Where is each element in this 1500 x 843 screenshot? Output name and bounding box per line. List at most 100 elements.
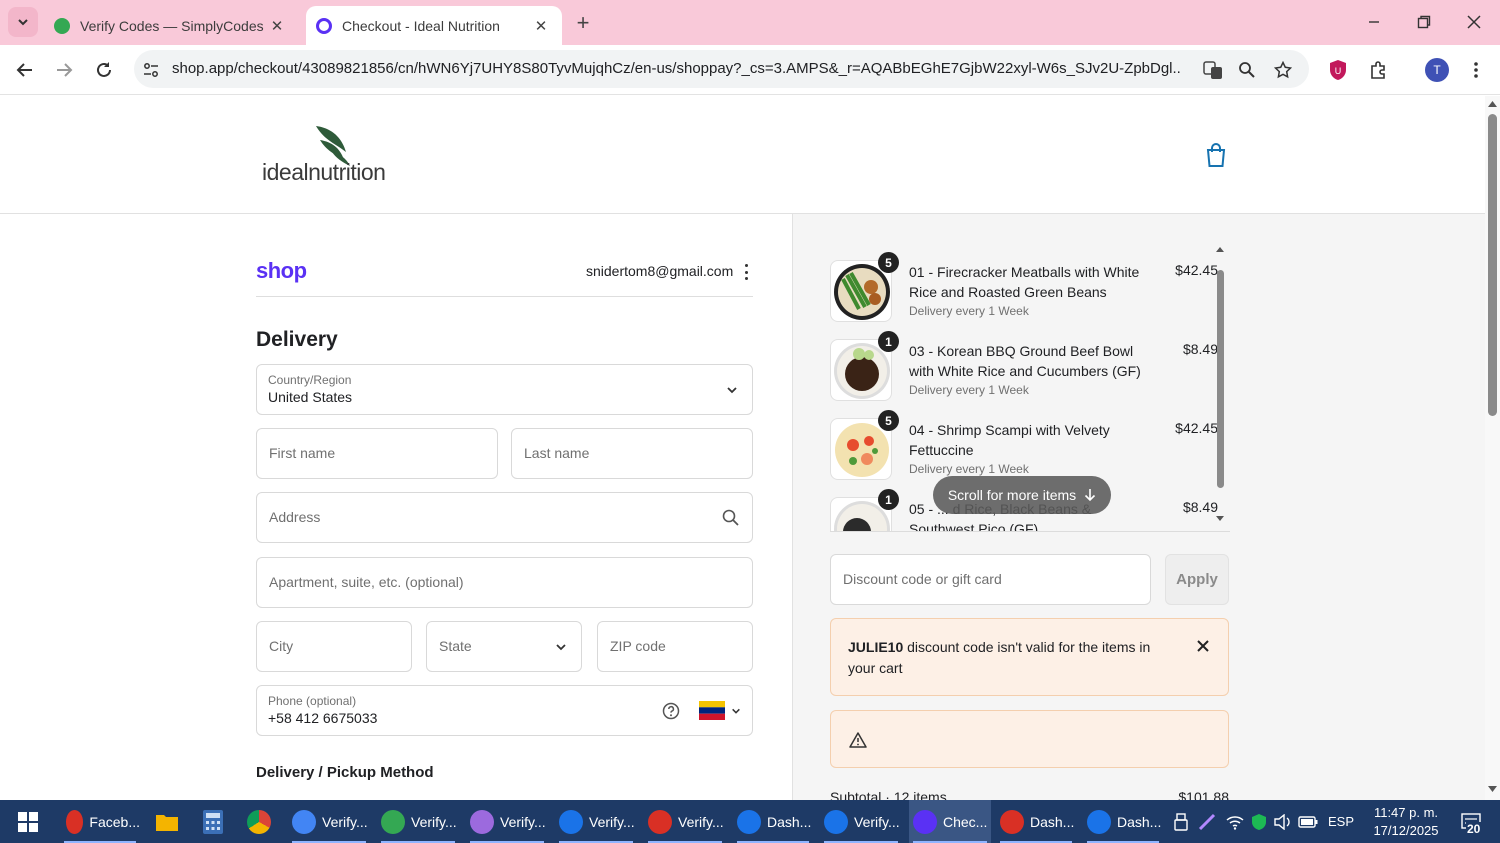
line-item: 5 01 - Firecracker Meatballs with White … <box>830 244 1218 322</box>
cart-button[interactable] <box>1204 142 1230 170</box>
windows-taskbar: Faceb... Verify... Verify... Verify... V… <box>0 800 1500 843</box>
address-placeholder: Address <box>269 509 321 525</box>
language-indicator[interactable]: ESP <box>1328 814 1354 829</box>
tab-checkout[interactable]: Checkout - Ideal Nutrition ✕ <box>306 6 562 45</box>
tab-simplycodes[interactable]: Verify Codes — SimplyCodes ✕ <box>44 6 298 45</box>
address-bar[interactable]: shop.app/checkout/43089821856/cn/hWN6Yj7… <box>134 50 1309 88</box>
shop-favicon-icon <box>316 17 332 34</box>
taskbar-label: Verify... <box>678 813 724 830</box>
phone-label: Phone (optional) <box>268 694 357 708</box>
country-value: United States <box>268 389 353 405</box>
windows-logo-icon <box>18 811 38 832</box>
pen-icon[interactable] <box>1198 813 1216 831</box>
arrow-down-icon <box>1085 489 1096 502</box>
taskbar-item-dash-3[interactable]: Dash... <box>1083 800 1163 843</box>
phone-value: +58 412 6675033 <box>268 710 378 726</box>
taskbar-item-dash-1[interactable]: Dash... <box>733 800 813 843</box>
reload-button[interactable] <box>89 55 119 85</box>
help-circle-icon[interactable] <box>662 702 680 720</box>
back-button[interactable] <box>10 55 40 85</box>
reload-icon <box>97 62 111 77</box>
forward-button[interactable] <box>49 55 79 85</box>
taskbar-item-calculator[interactable] <box>198 800 228 843</box>
quantity-badge: 5 <box>878 252 899 273</box>
notifications-button[interactable]: 20 <box>1452 800 1492 843</box>
speaker-icon[interactable] <box>1274 813 1292 830</box>
discount-code-input[interactable]: Discount code or gift card <box>830 554 1151 605</box>
close-window-button[interactable] <box>1454 8 1494 36</box>
page-scrollbar[interactable] <box>1485 96 1500 800</box>
chevron-down-icon <box>732 708 740 714</box>
last-name-field[interactable]: Last name <box>511 428 753 479</box>
divider <box>256 296 753 297</box>
zip-field[interactable]: ZIP code <box>597 621 753 672</box>
chevron-down-icon <box>18 19 28 26</box>
close-icon[interactable]: ✕ <box>266 15 288 37</box>
arrow-left-icon <box>16 63 32 77</box>
apartment-field[interactable]: Apartment, suite, etc. (optional) <box>256 557 753 608</box>
item-name: 01 - Firecracker Meatballs with White Ri… <box>909 264 1140 300</box>
tab-title: Checkout - Ideal Nutrition <box>342 17 500 34</box>
taskbar-item-verify-5[interactable]: Verify... <box>644 800 726 843</box>
svg-text:T: T <box>1433 63 1441 77</box>
items-scrollbar[interactable] <box>1214 244 1226 532</box>
account-menu-button[interactable] <box>740 262 752 282</box>
bookmark-star-icon[interactable] <box>1272 59 1294 81</box>
close-icon[interactable] <box>1194 637 1212 655</box>
address-field[interactable]: Address <box>256 492 753 543</box>
taskbar-item-verify-3[interactable]: Verify... <box>466 800 548 843</box>
scroll-for-more-button[interactable]: Scroll for more items <box>933 476 1111 514</box>
battery-icon[interactable] <box>1298 815 1318 829</box>
city-field[interactable]: City <box>256 621 412 672</box>
browser-toolbar: shop.app/checkout/43089821856/cn/hWN6Yj7… <box>0 45 1500 95</box>
item-name: 03 - Korean BBQ Ground Beef Bowl with Wh… <box>909 343 1141 379</box>
new-tab-button[interactable]: + <box>570 10 596 36</box>
apply-button[interactable]: Apply <box>1165 554 1229 605</box>
shield-icon[interactable] <box>1250 813 1268 831</box>
scroll-hint-label: Scroll for more items <box>947 487 1077 503</box>
scroll-up-arrow-icon[interactable] <box>1488 100 1497 107</box>
taskbar-item-chrome[interactable] <box>244 800 274 843</box>
extensions-puzzle-icon[interactable] <box>1366 57 1392 83</box>
site-info-icon[interactable] <box>140 59 162 81</box>
notification-count: 20 <box>1466 822 1482 836</box>
taskbar-item-dash-2[interactable]: Dash... <box>996 800 1076 843</box>
country-code-selector[interactable] <box>699 701 744 721</box>
taskbar-item-verify-4[interactable]: Verify... <box>555 800 637 843</box>
taskbar-item-verify-2[interactable]: Verify... <box>377 800 459 843</box>
taskbar-item-facebook[interactable]: Faceb... <box>60 800 140 843</box>
usb-icon[interactable] <box>1174 812 1188 831</box>
state-select[interactable]: State <box>426 621 582 672</box>
ublock-extension-icon[interactable]: U <box>1325 57 1351 83</box>
minimize-button[interactable] <box>1354 8 1394 36</box>
zoom-icon[interactable] <box>1236 59 1258 81</box>
browser-menu-icon[interactable] <box>1463 57 1489 83</box>
shopping-bag-icon <box>1206 143 1226 167</box>
taskbar-item-verify-6[interactable]: Verify... <box>820 800 902 843</box>
taskbar-item-file-explorer[interactable] <box>152 800 182 843</box>
taskbar-item-checkout[interactable]: Chec... <box>909 800 991 843</box>
page-scroll-thumb[interactable] <box>1488 114 1497 416</box>
phone-field[interactable]: Phone (optional) +58 412 6675033 <box>256 685 753 736</box>
start-button[interactable] <box>6 800 50 843</box>
zip-placeholder: ZIP code <box>610 638 666 654</box>
quantity-badge: 5 <box>878 410 899 431</box>
item-name: 04 - Shrimp Scampi with Velvety Fettucci… <box>909 422 1110 458</box>
store-logo[interactable]: idealnutrition <box>262 159 386 186</box>
first-name-field[interactable]: First name <box>256 428 498 479</box>
close-icon[interactable]: ✕ <box>530 15 552 37</box>
translate-icon[interactable] <box>1202 59 1224 81</box>
chrome-icon <box>66 809 84 834</box>
item-subscription: Delivery every 1 Week <box>909 462 1029 476</box>
item-price: $42.45 <box>1175 262 1218 278</box>
tab-search-button[interactable] <box>8 7 38 37</box>
restore-button[interactable] <box>1404 8 1444 36</box>
country-select[interactable]: Country/Region United States <box>256 364 753 415</box>
taskbar-label: Chec... <box>943 813 988 830</box>
profile-avatar[interactable]: T <box>1424 57 1450 83</box>
clock[interactable]: 11:47 p. m. 17/12/2025 <box>1370 800 1442 843</box>
wifi-icon[interactable] <box>1226 814 1244 830</box>
scroll-down-arrow-icon[interactable] <box>1488 786 1497 793</box>
warning-alert <box>830 710 1229 768</box>
taskbar-item-verify-1[interactable]: Verify... <box>288 800 370 843</box>
